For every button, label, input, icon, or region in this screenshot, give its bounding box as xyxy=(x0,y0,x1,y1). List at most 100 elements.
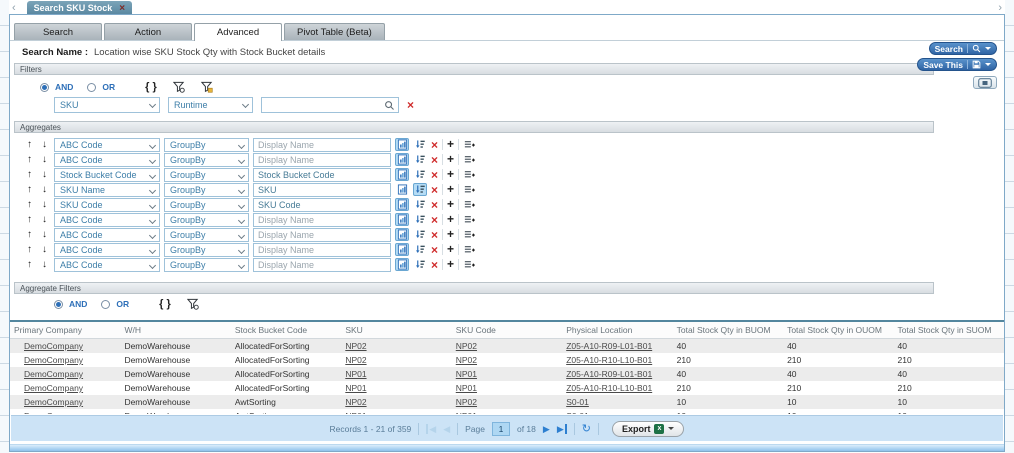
display-name-input[interactable] xyxy=(253,183,391,197)
aggregate-field-select[interactable]: SKU Code xyxy=(54,198,160,212)
sku-code-link[interactable]: NP02 xyxy=(456,341,477,351)
sort-descending-button[interactable] xyxy=(413,243,427,256)
sort-ascending-button[interactable] xyxy=(395,243,409,256)
refresh-icon[interactable]: ↻ xyxy=(582,424,591,434)
add-aggregate-button[interactable]: + xyxy=(447,154,454,165)
column-header[interactable]: W/H xyxy=(120,322,230,339)
sort-ascending-button[interactable] xyxy=(395,228,409,241)
document-tab[interactable]: Search SKU Stock × xyxy=(27,1,132,15)
primary-company-link[interactable]: DemoCompany xyxy=(24,341,83,351)
sku-link[interactable]: NP01 xyxy=(345,411,366,414)
page-number-input[interactable] xyxy=(492,422,510,436)
sort-ascending-button[interactable] xyxy=(395,258,409,271)
filter-settings-icon[interactable] xyxy=(173,81,185,93)
sort-ascending-button[interactable] xyxy=(395,168,409,181)
add-multiple-button[interactable] xyxy=(463,153,477,166)
caret-down-icon[interactable] xyxy=(985,63,991,66)
remove-aggregate-button[interactable]: × xyxy=(431,244,438,256)
move-up-button[interactable]: ↑ xyxy=(24,229,35,240)
column-header[interactable]: Physical Location xyxy=(562,322,672,339)
save-this-button[interactable]: Save This xyxy=(917,58,997,71)
move-down-button[interactable]: ↓ xyxy=(39,229,50,240)
sort-descending-button[interactable] xyxy=(413,198,427,211)
export-button[interactable]: Export x xyxy=(612,421,685,437)
aggregate-field-select[interactable]: SKU Name xyxy=(54,183,160,197)
aggregate-field-select[interactable]: ABC Code xyxy=(54,213,160,227)
sort-descending-button[interactable] xyxy=(413,168,427,181)
add-aggregate-button[interactable]: + xyxy=(447,214,454,225)
add-multiple-button[interactable] xyxy=(463,243,477,256)
caret-down-icon[interactable] xyxy=(985,47,991,50)
remove-aggregate-button[interactable]: × xyxy=(431,169,438,181)
add-multiple-button[interactable] xyxy=(463,183,477,196)
move-up-button[interactable]: ↑ xyxy=(24,214,35,225)
sort-ascending-button[interactable] xyxy=(395,138,409,151)
caret-down-icon[interactable] xyxy=(668,427,674,430)
remove-aggregate-button[interactable]: × xyxy=(431,259,438,271)
physical-location-link[interactable]: Z05-A10-R09-L01-B01 xyxy=(566,341,652,351)
aggregate-field-select[interactable]: ABC Code xyxy=(54,258,160,272)
move-up-button[interactable]: ↑ xyxy=(24,184,35,195)
display-name-input[interactable] xyxy=(253,153,391,167)
filter-operator-select[interactable]: Runtime xyxy=(168,97,253,113)
filters-and-radio[interactable] xyxy=(40,83,49,92)
view-tab[interactable]: Advanced xyxy=(194,23,282,41)
sort-ascending-button[interactable] xyxy=(395,183,409,196)
aggregate-operation-select[interactable]: GroupBy xyxy=(164,228,249,242)
sku-link[interactable]: NP01 xyxy=(345,369,366,379)
sort-descending-button[interactable] xyxy=(413,183,427,196)
add-aggregate-button[interactable]: + xyxy=(447,199,454,210)
physical-location-link[interactable]: Z05-A10-R09-L01-B01 xyxy=(566,369,652,379)
display-name-input[interactable] xyxy=(253,243,391,257)
aggregate-filters-section-header[interactable]: Aggregate Filters xyxy=(14,282,934,294)
sort-ascending-button[interactable] xyxy=(395,153,409,166)
display-name-input[interactable] xyxy=(253,228,391,242)
filter-field-select[interactable]: SKU xyxy=(54,97,160,113)
add-aggregate-button[interactable]: + xyxy=(447,184,454,195)
move-down-button[interactable]: ↓ xyxy=(39,169,50,180)
sku-code-link[interactable]: NP01 xyxy=(456,383,477,393)
aggregate-filters-or-radio[interactable] xyxy=(101,300,110,309)
sort-descending-button[interactable] xyxy=(413,138,427,151)
group-braces-icon[interactable]: { } xyxy=(159,298,171,310)
group-braces-icon[interactable]: { } xyxy=(145,81,157,93)
sort-descending-button[interactable] xyxy=(413,213,427,226)
move-up-button[interactable]: ↑ xyxy=(24,259,35,270)
sort-ascending-button[interactable] xyxy=(395,213,409,226)
filters-section-header[interactable]: Filters xyxy=(14,63,934,75)
move-up-button[interactable]: ↑ xyxy=(24,199,35,210)
add-multiple-button[interactable] xyxy=(463,138,477,151)
sort-descending-button[interactable] xyxy=(413,228,427,241)
move-down-button[interactable]: ↓ xyxy=(39,154,50,165)
aggregate-field-select[interactable]: ABC Code xyxy=(54,153,160,167)
sku-code-link[interactable]: NP02 xyxy=(456,397,477,407)
physical-location-link[interactable]: S0-01 xyxy=(566,397,589,407)
snapshot-button[interactable] xyxy=(973,76,997,89)
column-header[interactable]: Total Stock Qty in SUOM xyxy=(894,322,1005,339)
remove-aggregate-button[interactable]: × xyxy=(431,229,438,241)
display-name-input[interactable] xyxy=(253,168,391,182)
aggregate-field-select[interactable]: ABC Code xyxy=(54,138,160,152)
move-up-button[interactable]: ↑ xyxy=(24,139,35,150)
view-tab[interactable]: Action xyxy=(104,23,192,40)
move-up-button[interactable]: ↑ xyxy=(24,169,35,180)
view-tab[interactable]: Pivot Table (Beta) xyxy=(284,23,385,40)
move-down-button[interactable]: ↓ xyxy=(39,184,50,195)
add-multiple-button[interactable] xyxy=(463,228,477,241)
primary-company-link[interactable]: DemoCompany xyxy=(24,397,83,407)
sort-descending-button[interactable] xyxy=(413,258,427,271)
add-aggregate-button[interactable]: + xyxy=(447,229,454,240)
column-header[interactable]: SKU xyxy=(341,322,451,339)
remove-aggregate-button[interactable]: × xyxy=(431,139,438,151)
aggregate-operation-select[interactable]: GroupBy xyxy=(164,198,249,212)
column-header[interactable]: Stock Bucket Code xyxy=(231,322,341,339)
primary-company-link[interactable]: DemoCompany xyxy=(24,383,83,393)
aggregate-operation-select[interactable]: GroupBy xyxy=(164,153,249,167)
search-button[interactable]: Search xyxy=(929,42,997,55)
sku-link[interactable]: NP02 xyxy=(345,355,366,365)
last-page-button[interactable]: ▶ xyxy=(557,424,567,434)
aggregate-filters-and-radio[interactable] xyxy=(54,300,63,309)
display-name-input[interactable] xyxy=(253,138,391,152)
aggregate-field-select[interactable]: Stock Bucket Code xyxy=(54,168,160,182)
primary-company-link[interactable]: DemoCompany xyxy=(24,411,83,414)
